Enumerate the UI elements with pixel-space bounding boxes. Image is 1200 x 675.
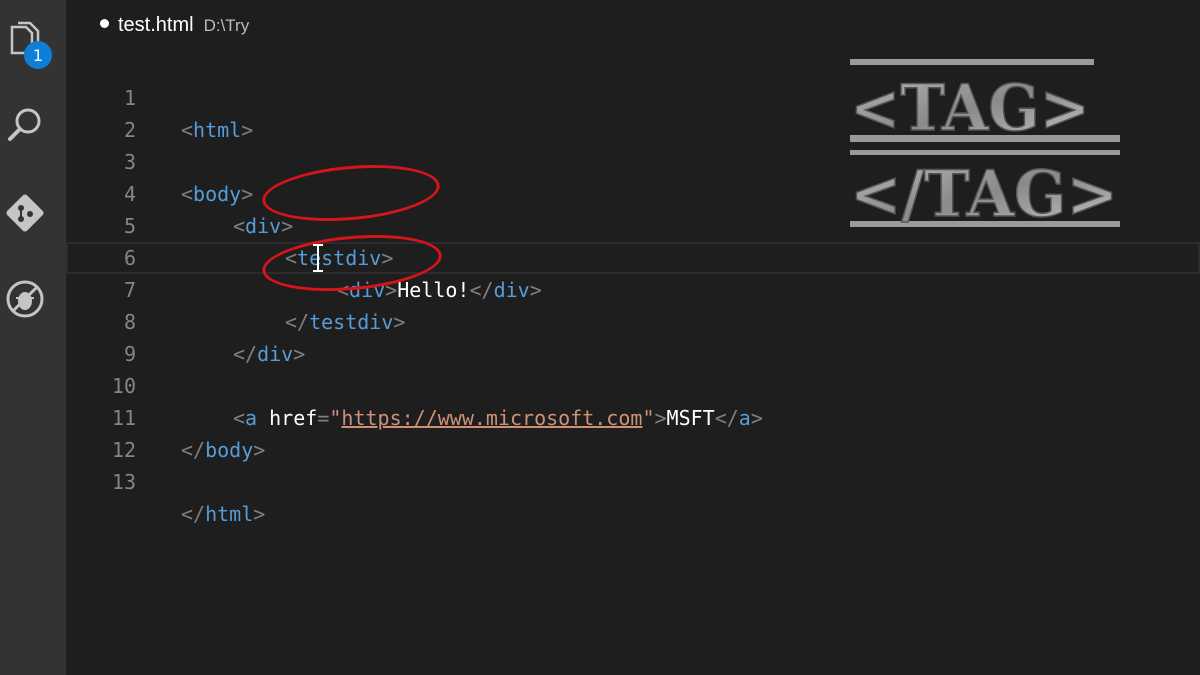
search-icon[interactable]	[0, 100, 50, 150]
activity-bar: 1	[0, 0, 66, 675]
code-line[interactable]: 10 <a href="https://www.microsoft.com">M…	[66, 338, 1200, 430]
debug-icon[interactable]	[0, 274, 50, 324]
explorer-badge: 1	[24, 41, 52, 69]
code-line[interactable]: 12	[66, 402, 1200, 462]
tab-filename: test.html	[118, 14, 194, 36]
source-control-icon[interactable]	[0, 188, 50, 238]
text-cursor-icon	[313, 244, 323, 272]
line-code: </html>	[181, 502, 266, 526]
tag-logo-line1: <TAG>	[850, 71, 1090, 146]
tag-logo-image: <TAG> </TAG>	[849, 59, 1120, 232]
tag-logo-line2: </TAG>	[850, 157, 1118, 232]
code-line-current[interactable]: 7 </testdiv>	[66, 242, 1200, 334]
code-line[interactable]: 8 </div>	[66, 274, 1200, 366]
tab-path: D:\Try	[203, 16, 250, 35]
unsaved-indicator	[100, 19, 109, 28]
code-line[interactable]: 13 </html>	[66, 434, 1200, 526]
code-line[interactable]: 9	[66, 306, 1200, 366]
line-number: 13	[111, 470, 136, 494]
editor-tab[interactable]: test.html D:\Try	[100, 14, 249, 37]
code-line[interactable]: 11 </body>	[66, 370, 1200, 462]
